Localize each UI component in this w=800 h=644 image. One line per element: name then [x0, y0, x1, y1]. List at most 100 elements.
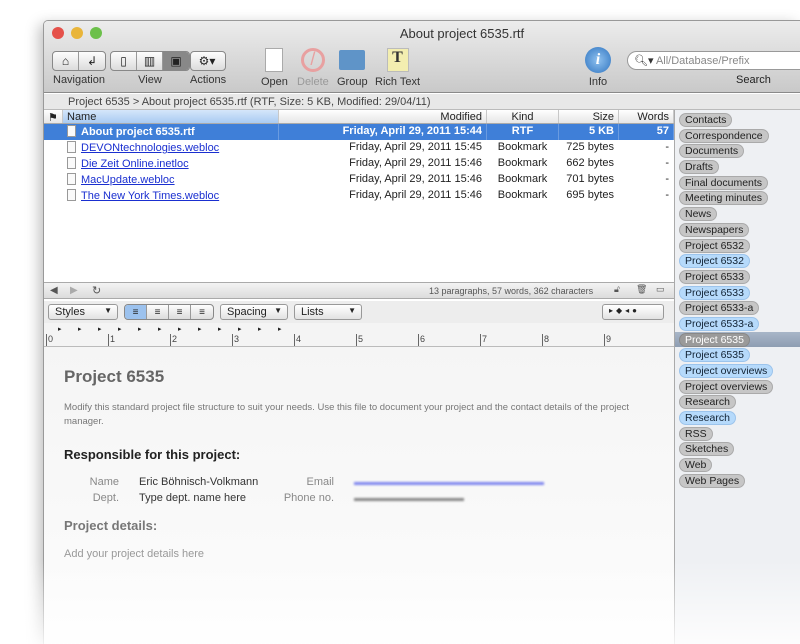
tag-label: Meeting minutes [679, 191, 769, 206]
ruler-label: 6 [418, 334, 426, 346]
gear-icon[interactable]: ⚙▾ [191, 52, 223, 70]
tag-item[interactable]: Project 6535 [675, 347, 800, 363]
trash-icon[interactable]: 🗑︎ [636, 284, 647, 295]
align-justify-icon[interactable]: ≡ [169, 305, 191, 319]
document-editor[interactable]: Project 6535 Modify this standard projec… [44, 347, 674, 644]
group-button[interactable]: Group [337, 47, 368, 88]
phone-value-redacted [354, 498, 464, 501]
info-label: Info [588, 76, 608, 88]
tag-item[interactable]: News [675, 206, 800, 222]
rich-text-button[interactable]: T Rich Text [375, 47, 420, 88]
tag-item[interactable]: Documents [675, 143, 800, 159]
tab-stop-marker[interactable]: ▸ [98, 325, 102, 333]
view-list-icon[interactable]: ▯ [111, 52, 137, 70]
lists-dropdown[interactable]: Lists ▼ [294, 304, 362, 320]
tab-stop-marker[interactable]: ▸ [278, 325, 282, 333]
flag-column-icon[interactable]: ⚑ [44, 110, 63, 123]
tag-item[interactable]: RSS [675, 426, 800, 442]
tag-item[interactable]: Newspapers [675, 222, 800, 238]
spacing-dropdown[interactable]: Spacing ▼ [220, 304, 288, 320]
tab-stop-marker[interactable]: ▸ [138, 325, 142, 333]
column-name[interactable]: Name [63, 110, 279, 123]
tag-item[interactable]: Project 6532 [675, 253, 800, 269]
tag-item[interactable]: Project 6533 [675, 285, 800, 301]
cell-words: - [665, 141, 669, 153]
tag-item[interactable]: Correspondence [675, 128, 800, 144]
tag-item[interactable]: Project 6533-a [675, 316, 800, 332]
cell-modified: Friday, April 29, 2011 15:46 [349, 157, 482, 169]
column-size[interactable]: Size [559, 110, 619, 123]
align-left-icon[interactable]: ≡ [125, 305, 147, 319]
tag-item[interactable]: Meeting minutes [675, 190, 800, 206]
ruler-label: 9 [604, 334, 612, 346]
tag-item[interactable]: Project overviews [675, 363, 800, 379]
align-center-icon[interactable]: ≡ [147, 305, 169, 319]
tag-item[interactable]: Project 6535 [675, 331, 800, 348]
tag-item[interactable]: Project 6533-a [675, 300, 800, 316]
actions-group: ⚙▾ Actions [190, 51, 227, 86]
tab-stop-marker[interactable]: ▸ [258, 325, 262, 333]
tab-stops-control[interactable]: ▸◆◂● [602, 304, 664, 320]
tab-stop-marker[interactable]: ▸ [238, 325, 242, 333]
column-kind[interactable]: Kind [487, 110, 559, 123]
tab-stop-marker[interactable]: ▸ [118, 325, 122, 333]
back-to-parent-icon[interactable]: ↲ [79, 52, 105, 70]
cell-name: The New York Times.webloc [63, 188, 279, 204]
table-row[interactable]: MacUpdate.webloc Friday, April 29, 2011 1… [44, 172, 674, 188]
responsible-heading: Responsible for this project: [64, 447, 241, 462]
table-row[interactable]: Die Zeit Online.inetloc Friday, April 29,… [44, 156, 674, 172]
table-row[interactable]: The New York Times.webloc Friday, April 2… [44, 188, 674, 204]
view-preview-icon[interactable]: ▣ [163, 52, 189, 70]
home-icon[interactable]: ⌂ [53, 52, 79, 70]
tag-item[interactable]: Web [675, 457, 800, 473]
file-name[interactable]: The New York Times.webloc [81, 190, 219, 202]
ruler[interactable]: 0 1 2 3 4 5 6 7 8 9 ▸ ▸ ▸ ▸ ▸ ▸ ▸ ▸ ▸ ▸ ▸ ▸ [44, 323, 674, 347]
tag-item[interactable]: Project 6532 [675, 238, 800, 254]
tag-item[interactable]: Project 6533 [675, 269, 800, 285]
reload-icon[interactable]: ↻ [92, 284, 101, 297]
tag-item[interactable]: Web Pages [675, 473, 800, 489]
tag-item[interactable]: Final documents [675, 175, 800, 191]
details-heading: Project details: [64, 518, 158, 533]
tab-stop-marker[interactable]: ▸ [198, 325, 202, 333]
file-name[interactable]: DEVONtechnologies.webloc [81, 142, 219, 154]
file-name[interactable]: Die Zeit Online.inetloc [81, 158, 189, 170]
back-icon[interactable]: ◀ [50, 285, 58, 296]
comment-icon[interactable]: ▭ [656, 284, 665, 295]
doc-intro: Modify this standard project file struct… [64, 402, 630, 427]
tab-stop-marker[interactable]: ▸ [78, 325, 82, 333]
cell-modified: Friday, April 29, 2011 15:45 [349, 141, 482, 153]
tag-item[interactable]: Project overviews [675, 379, 800, 395]
table-row[interactable]: About project 6535.rtf Friday, April 29, … [44, 124, 674, 140]
tab-stop-marker[interactable]: ▸ [218, 325, 222, 333]
ruler-label: 8 [542, 334, 550, 346]
tag-item[interactable]: Sketches [675, 441, 800, 457]
column-modified[interactable]: Modified [279, 110, 487, 123]
align-right-icon[interactable]: ≡ [191, 305, 213, 319]
tab-stop-marker[interactable]: ▸ [178, 325, 182, 333]
column-words[interactable]: Words [619, 110, 674, 123]
forward-icon[interactable]: ▶ [70, 285, 78, 296]
tag-item[interactable]: Contacts [675, 112, 800, 128]
tag-item[interactable]: Drafts [675, 159, 800, 175]
file-name[interactable]: MacUpdate.webloc [81, 174, 175, 186]
lock-icon[interactable]: 🔓︎ [614, 284, 620, 295]
cell-size: 695 bytes [566, 189, 614, 201]
name-value: Eric Böhnisch-Volkmann [139, 476, 259, 488]
details-placeholder: Add your project details here [64, 548, 205, 560]
table-row[interactable]: DEVONtechnologies.webloc Friday, April 29… [44, 140, 674, 156]
tab-stop-marker[interactable]: ▸ [58, 325, 62, 333]
open-button[interactable]: Open [261, 47, 288, 88]
info-button[interactable]: i Info [585, 47, 611, 88]
ruler-label: 7 [480, 334, 488, 346]
tag-item[interactable]: Research [675, 394, 800, 410]
search-input[interactable]: 🔍︎▾ All/Database/Prefix [627, 51, 800, 70]
view-split-icon[interactable]: ▥ [137, 52, 163, 70]
contact-details: Name Eric Böhnisch-Volkmann Email Dept. … [64, 476, 654, 504]
delete-button[interactable]: / Delete [297, 47, 329, 88]
tab-stop-marker[interactable]: ▸ [158, 325, 162, 333]
tag-label: Project 6532 [679, 238, 750, 253]
group-label: Group [337, 76, 368, 88]
styles-dropdown[interactable]: Styles ▼ [48, 304, 118, 320]
tag-item[interactable]: Research [675, 410, 800, 426]
